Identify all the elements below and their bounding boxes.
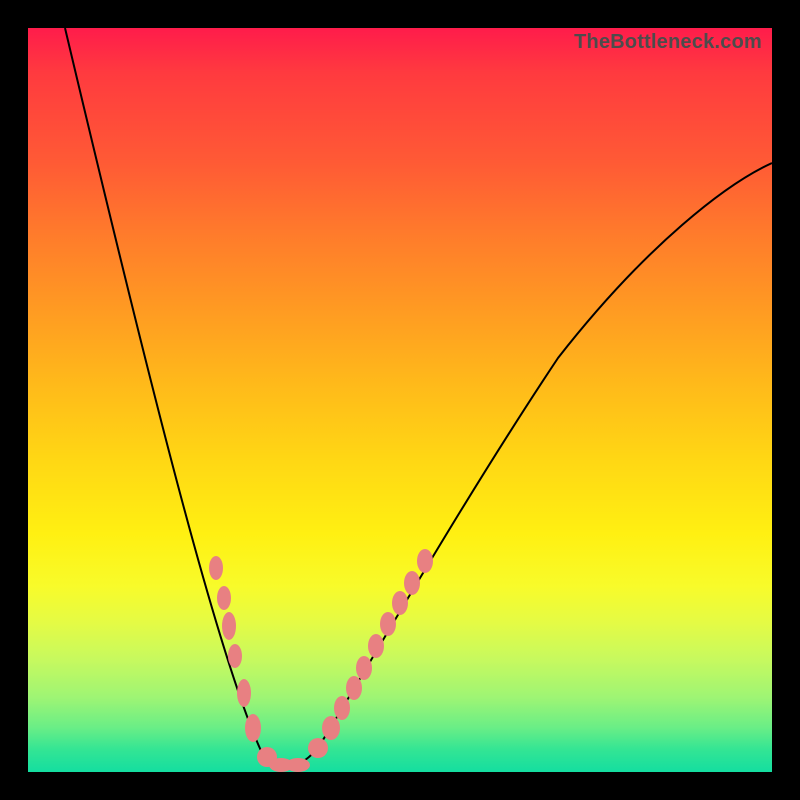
data-marker: [322, 716, 340, 740]
data-marker: [228, 644, 242, 668]
data-marker: [368, 634, 384, 658]
data-marker: [392, 591, 408, 615]
watermark-text: TheBottleneck.com: [574, 32, 762, 52]
bottleneck-curve: [65, 28, 772, 767]
data-marker: [334, 696, 350, 720]
data-marker: [245, 714, 261, 742]
chart-frame: TheBottleneck.com: [0, 0, 800, 800]
data-marker: [308, 738, 328, 758]
data-marker: [209, 556, 223, 580]
data-marker: [346, 676, 362, 700]
data-marker: [237, 679, 251, 707]
data-marker: [404, 571, 420, 595]
data-marker: [380, 612, 396, 636]
data-marker: [217, 586, 231, 610]
data-marker: [222, 612, 236, 640]
data-marker: [356, 656, 372, 680]
data-marker: [286, 758, 310, 772]
plot-area: TheBottleneck.com: [28, 28, 772, 772]
data-marker: [417, 549, 433, 573]
markers-group: [209, 549, 433, 772]
curve-svg: [28, 28, 772, 772]
